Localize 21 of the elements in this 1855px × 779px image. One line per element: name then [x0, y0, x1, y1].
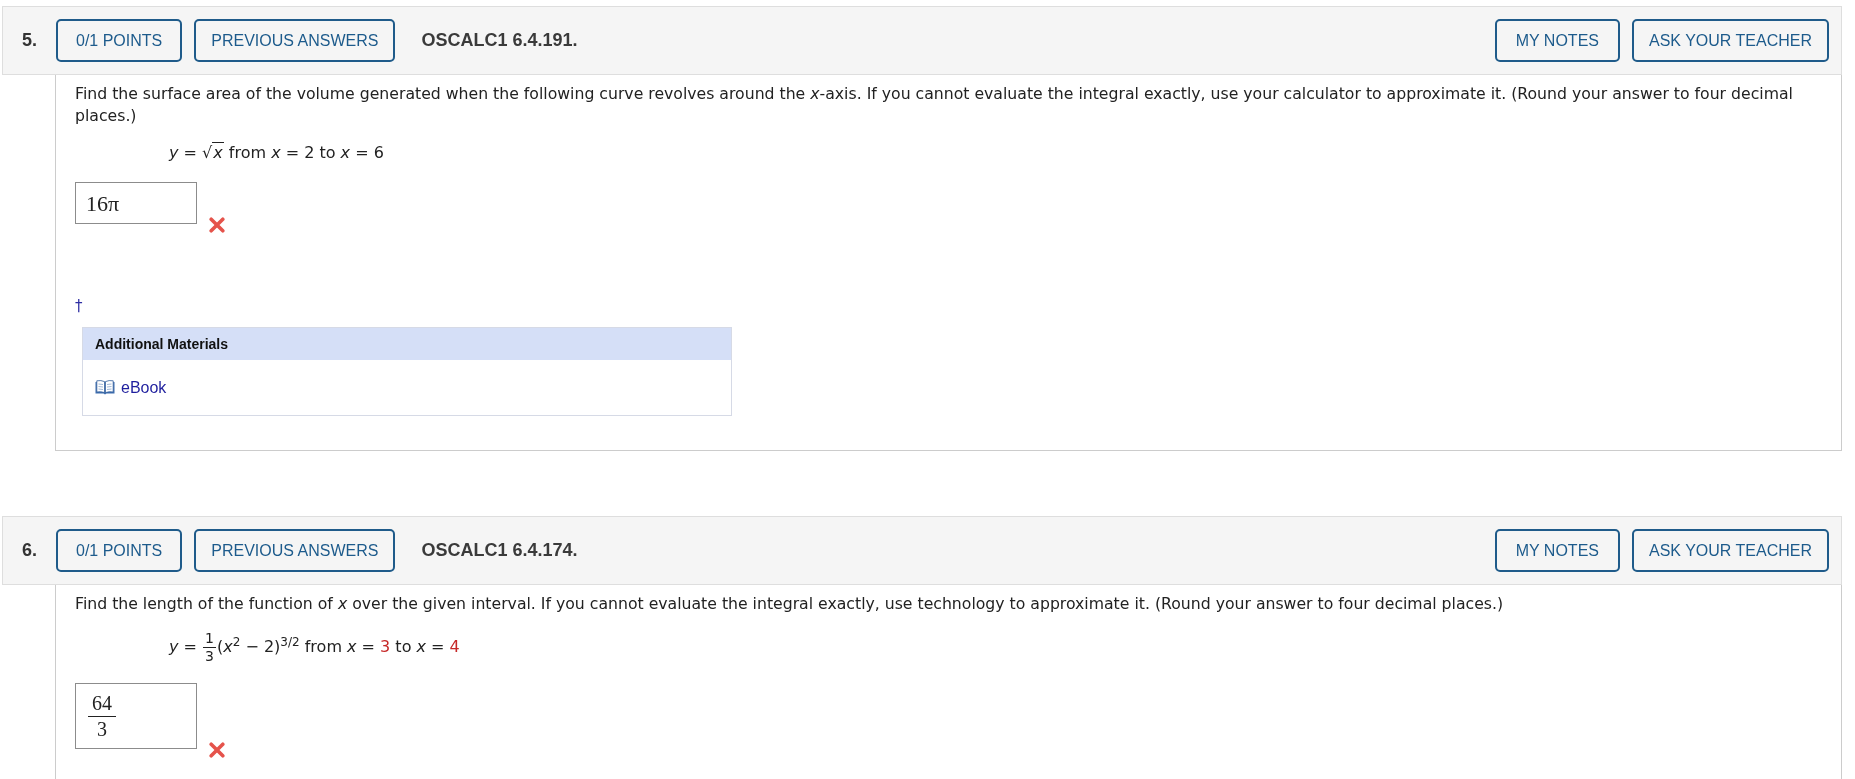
question-text: Find the length of the function of x over the given interval. If you cannot evaluate the integral exactly, use technology to approximate it. (Round your answer to four decimal places.) [75, 593, 1505, 615]
ask-teacher-button[interactable]: ASK YOUR TEACHER [1632, 19, 1829, 62]
formula: y = √x from x = 2 to x = 6 [169, 142, 384, 164]
points-button[interactable]: 0/1 POINTS [56, 19, 183, 62]
previous-answers-button[interactable]: PREVIOUS ANSWERS [194, 19, 396, 62]
answer-box[interactable]: 16π [75, 182, 197, 224]
ebook-link[interactable]: eBook [121, 375, 167, 400]
ask-teacher-button[interactable]: ASK YOUR TEACHER [1632, 529, 1829, 572]
answer-box[interactable]: 64 3 [75, 683, 197, 749]
book-icon [95, 380, 115, 395]
question-code: OSCALC1 6.4.191. [421, 29, 578, 52]
previous-answers-button[interactable]: PREVIOUS ANSWERS [194, 529, 396, 572]
question-code: OSCALC1 6.4.174. [421, 539, 578, 562]
points-button[interactable]: 0/1 POINTS [56, 529, 183, 572]
my-notes-button[interactable]: MY NOTES [1494, 19, 1620, 62]
question-number: 5. [22, 29, 38, 52]
my-notes-button[interactable]: MY NOTES [1494, 529, 1620, 572]
question-number: 6. [22, 539, 38, 562]
question-text: Find the surface area of the volume generated when the following curve revolves around the x-axis. If you cannot evaluate the integral exactly, use your calculator to approximate it. (Round your answer to four decimal places.) [75, 83, 1794, 127]
footnote-mark: † [75, 296, 83, 316]
panel-title: Additional Materials [83, 328, 731, 360]
